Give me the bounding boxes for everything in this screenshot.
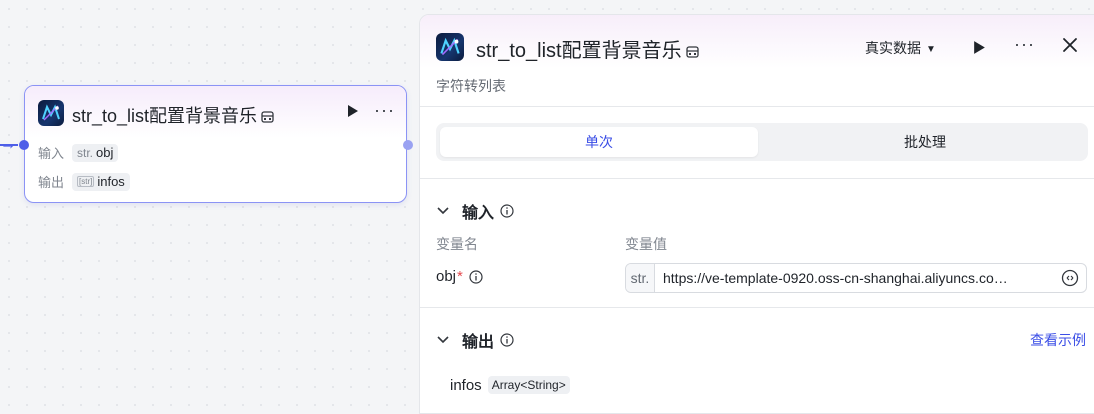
info-icon[interactable]	[500, 333, 514, 347]
output-type-tag: [str]	[77, 176, 95, 187]
input-section-title: 输入	[462, 205, 495, 222]
input-var-name: obj *	[436, 268, 483, 285]
node-detail-panel: str_to_list配置背景音乐 字符转列表 真实数据 ▼ ··· 单次 批处理…	[419, 14, 1094, 414]
caret-down-icon: ▼	[926, 44, 936, 55]
url-input[interactable]	[655, 270, 1061, 286]
node-output-chip: [str] infos	[72, 172, 130, 191]
output-item-type: Array<String>	[487, 376, 570, 394]
col-var-value: 变量值	[625, 236, 667, 252]
col-var-name: 变量名	[436, 236, 478, 252]
tab-single[interactable]: 单次	[440, 127, 758, 157]
app-logo-icon	[38, 100, 64, 126]
chevron-down-icon	[437, 207, 449, 215]
output-section-title: 输出	[462, 334, 495, 351]
database-icon	[261, 111, 274, 123]
run-mode-tabs: 单次 批处理	[436, 123, 1088, 161]
input-name: obj	[96, 145, 114, 160]
database-icon	[685, 46, 699, 58]
more-icon[interactable]: ···	[1014, 34, 1035, 55]
arrow-right-icon: →	[0, 136, 16, 153]
header-divider	[420, 106, 1094, 107]
node-output-port[interactable]	[403, 140, 413, 150]
tab-batch[interactable]: 批处理	[766, 127, 1084, 157]
required-mark: *	[457, 268, 463, 285]
node-output-row: 输出 [str] infos	[38, 172, 130, 191]
play-icon[interactable]	[347, 104, 359, 118]
info-icon[interactable]	[469, 269, 483, 284]
info-icon[interactable]	[500, 204, 514, 218]
input-value-field: str.	[625, 263, 1087, 293]
node-header: str_to_list配置背景音乐 ···	[25, 86, 406, 138]
output-item-name: infos	[450, 376, 482, 394]
play-icon[interactable]	[973, 40, 986, 55]
app-logo-icon	[436, 33, 464, 61]
node-inputs-label: 输入	[38, 146, 65, 161]
input-section-header[interactable]: 输入	[436, 199, 514, 223]
panel-title: str_to_list配置背景音乐	[476, 34, 699, 63]
output-name: infos	[97, 174, 125, 189]
node-input-port[interactable]	[19, 140, 29, 150]
input-type-tag: str.	[77, 145, 94, 160]
view-example-link[interactable]: 查看示例	[1030, 330, 1086, 350]
close-icon[interactable]	[1062, 37, 1078, 53]
expand-icon[interactable]	[1061, 269, 1079, 287]
tabs-divider	[420, 178, 1094, 179]
section-divider	[420, 307, 1094, 308]
workflow-node[interactable]: str_to_list配置背景音乐 ··· 输入 str. obj 输出 [st…	[24, 85, 407, 203]
output-section-header[interactable]: 输出	[436, 328, 514, 352]
panel-description: 字符转列表	[436, 78, 506, 94]
panel-header	[420, 15, 1094, 112]
chevron-down-icon	[437, 336, 449, 344]
more-icon[interactable]: ···	[374, 100, 395, 121]
data-mode-select[interactable]: 真实数据 ▼	[865, 38, 936, 58]
node-input-row: 输入 str. obj	[38, 143, 119, 162]
node-outputs-label: 输出	[38, 175, 65, 190]
value-type-tag: str.	[626, 264, 655, 292]
node-title: str_to_list配置背景音乐	[72, 102, 274, 128]
output-item: infos Array<String>	[450, 376, 570, 394]
node-input-chip: str. obj	[72, 143, 119, 162]
